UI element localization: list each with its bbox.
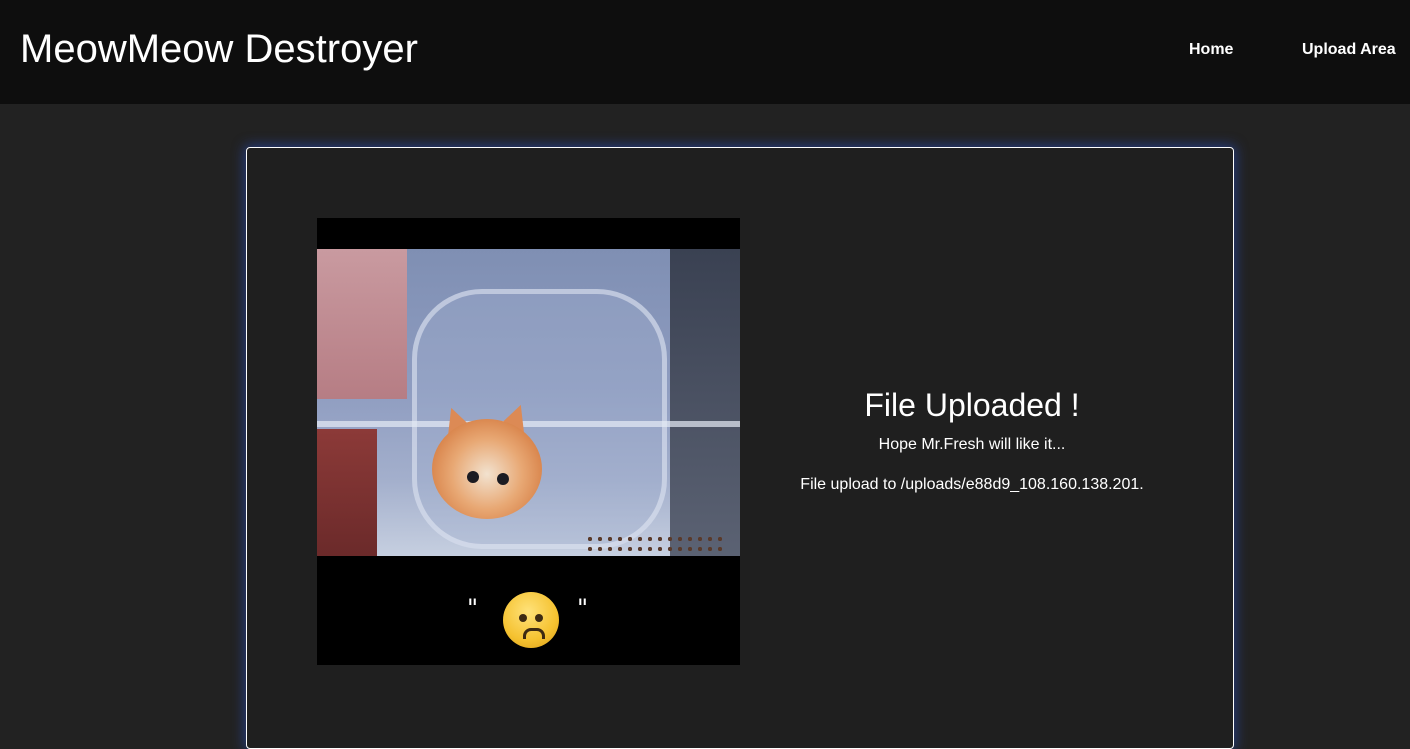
- kitten-eye-right: [497, 473, 509, 485]
- upload-result-card: " " File Uploaded ! Hope Mr.Fresh will l…: [246, 147, 1234, 749]
- kitten-eye-left: [467, 471, 479, 483]
- nav-home-link[interactable]: Home: [1189, 40, 1233, 60]
- red-box-shape: [317, 429, 377, 556]
- kitten-gif-image: " ": [317, 218, 740, 665]
- site-title: MeowMeow Destroyer: [20, 27, 418, 71]
- cat-food-shape: [585, 534, 725, 552]
- towel-shape: [317, 249, 407, 399]
- caption-quote-right: ": [577, 594, 589, 622]
- nav-upload-area-link[interactable]: Upload Area: [1302, 40, 1396, 60]
- upload-success-title: File Uploaded !: [864, 387, 1080, 423]
- upload-path-text: File upload to /uploads/e88d9_108.160.13…: [800, 476, 1144, 493]
- caption-quote-left: ": [467, 594, 479, 622]
- upload-subtitle: Hope Mr.Fresh will like it...: [878, 436, 1066, 453]
- gif-scene: [317, 249, 740, 556]
- kitten-shape: [432, 419, 542, 519]
- worried-face-icon: [503, 592, 559, 648]
- site-header: MeowMeow Destroyer Home Upload Area: [0, 0, 1410, 104]
- dark-background-shape: [670, 249, 740, 556]
